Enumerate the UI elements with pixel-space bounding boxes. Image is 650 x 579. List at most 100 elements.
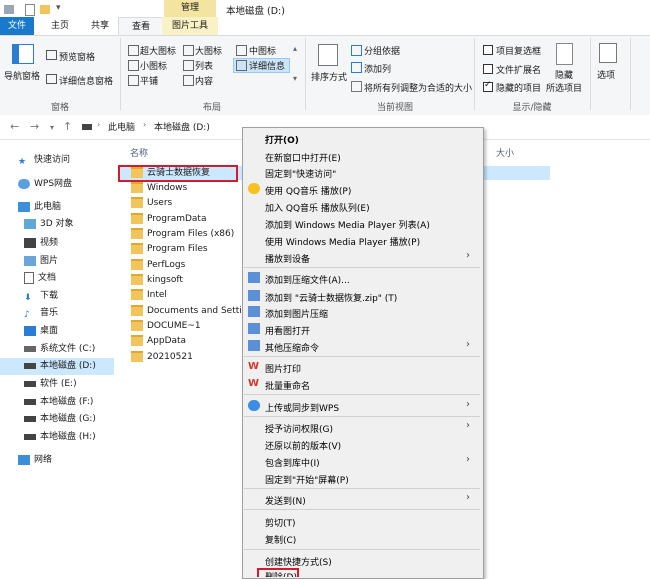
new-folder-icon[interactable]	[40, 5, 50, 14]
file-row[interactable]: DOCUME~1	[127, 319, 201, 334]
layout-list[interactable]: 列表	[195, 59, 213, 72]
file-row[interactable]: kingsoft	[127, 273, 183, 288]
nav-documents[interactable]: 文档	[24, 271, 56, 286]
layout-small-icons[interactable]: 小图标	[140, 59, 167, 72]
menu-item-copy[interactable]: 复制(C)	[265, 533, 296, 546]
group-by-button[interactable]: 分组依据	[364, 44, 400, 57]
nav-desktop[interactable]: 桌面	[24, 324, 58, 339]
file-row[interactable]: Intel	[127, 288, 167, 303]
menu-item-qqmusic-queue[interactable]: 加入 QQ音乐 播放队列(E)	[265, 201, 370, 214]
menu-item-open-new-window[interactable]: 在新窗口中打开(E)	[265, 151, 341, 164]
nav-drive-d[interactable]: 本地磁盘 (D:)	[24, 359, 96, 374]
menu-item-pin-start[interactable]: 固定到"开始"屏幕(P)	[265, 473, 349, 486]
nav-pictures[interactable]: 图片	[24, 254, 58, 269]
layout-xl-icons[interactable]: 超大图标	[140, 44, 176, 57]
menu-item-cut[interactable]: 剪切(T)	[265, 516, 296, 529]
nav-drive-g[interactable]: 本地磁盘 (G:)	[24, 412, 96, 427]
file-row[interactable]: Users	[127, 196, 172, 211]
nav-drive-f[interactable]: 本地磁盘 (F:)	[24, 395, 93, 410]
customize-qat-icon[interactable]: ▾	[56, 3, 61, 13]
back-icon[interactable]: ←	[10, 120, 19, 133]
tab-manage[interactable]: 管理	[164, 0, 216, 17]
menu-item-wmp-add-list[interactable]: 添加到 Windows Media Player 列表(A)	[265, 218, 430, 231]
save-icon[interactable]	[4, 5, 14, 14]
layout-expand-icon[interactable]: ▾	[293, 74, 297, 83]
hide-button[interactable]: 隐藏	[555, 68, 573, 81]
menu-item-play-to-device[interactable]: 播放到设备	[265, 252, 310, 265]
file-name: Program Files (x86)	[147, 229, 235, 239]
menu-item-include-library[interactable]: 包含到库中(I)	[265, 456, 320, 469]
file-row[interactable]: AppData	[127, 334, 186, 349]
column-header-size[interactable]: 大小	[496, 146, 514, 159]
menu-item-add-archive[interactable]: 添加到压缩文件(A)...	[265, 273, 350, 286]
breadcrumb-drive[interactable]: 本地磁盘 (D:)	[154, 120, 210, 133]
layout-medium-icons[interactable]: 中图标	[249, 44, 276, 57]
layout-large-icons[interactable]: 大图标	[195, 44, 222, 57]
file-row[interactable]: Documents and Settings	[127, 304, 258, 319]
menu-item-image-print[interactable]: 图片打印	[265, 362, 301, 375]
menu-item-open-viewer[interactable]: 用看图打开	[265, 324, 310, 337]
menu-item-batch-rename[interactable]: 批量重命名	[265, 379, 310, 392]
menu-item-pin-quick-access[interactable]: 固定到"快速访问"	[265, 167, 336, 180]
nav-3d-objects[interactable]: 3D 对象	[24, 217, 74, 232]
menu-item-add-zip[interactable]: 添加到 "云骑士数据恢复.zip" (T)	[265, 291, 397, 304]
nav-downloads[interactable]: ⬇ 下载	[24, 289, 58, 304]
tab-file[interactable]: 文件	[0, 17, 34, 35]
preview-pane-button[interactable]: 预览窗格	[59, 50, 95, 63]
file-name: Intel	[147, 290, 167, 300]
breadcrumb-pc[interactable]: 此电脑	[108, 120, 135, 133]
tab-home[interactable]: 主页	[40, 17, 80, 35]
size-columns-button[interactable]: 将所有列调整为合适的大小	[364, 81, 472, 94]
menu-item-wmp-play[interactable]: 使用 Windows Media Player 播放(P)	[265, 235, 420, 248]
menu-item-upload-wps[interactable]: 上传或同步到WPS	[265, 401, 339, 414]
file-row[interactable]: 20210521	[127, 350, 193, 365]
nav-quick-access[interactable]: ★ 快速访问	[18, 153, 70, 168]
column-header-name[interactable]: 名称	[130, 146, 148, 159]
tab-picture-tools[interactable]: 图片工具	[162, 17, 218, 35]
file-row[interactable]: ProgramData	[127, 212, 206, 227]
layout-details[interactable]: 详细信息	[249, 59, 285, 72]
sort-by-button[interactable]: 排序方式	[311, 70, 347, 83]
nav-videos[interactable]: 视频	[24, 236, 58, 251]
file-row[interactable]: PerfLogs	[127, 258, 185, 273]
menu-item-qqmusic-play[interactable]: 使用 QQ音乐 播放(P)	[265, 184, 351, 197]
nav-wps-drive[interactable]: WPS网盘	[18, 177, 72, 192]
tab-share[interactable]: 共享	[82, 17, 118, 35]
layout-tiles[interactable]: 平铺	[140, 74, 158, 87]
options-button[interactable]: 选项	[597, 68, 615, 81]
tab-view[interactable]: 查看	[118, 17, 164, 36]
file-row[interactable]: 云骑士数据恢复	[127, 166, 210, 181]
layout-content[interactable]: 内容	[195, 74, 213, 87]
nav-drive-h[interactable]: 本地磁盘 (H:)	[24, 430, 96, 445]
layout-scroll-up-icon[interactable]: ▴	[293, 44, 297, 53]
menu-item-image-compress[interactable]: 添加到图片压缩	[265, 307, 328, 320]
menu-item-open[interactable]: 打开(O)	[265, 133, 299, 146]
nav-drive-c[interactable]: 系统文件 (C:)	[24, 342, 95, 357]
video-icon	[24, 237, 36, 248]
menu-item-create-shortcut[interactable]: 创建快捷方式(S)	[265, 555, 332, 568]
file-row[interactable]: Windows	[127, 181, 187, 196]
properties-icon[interactable]	[25, 4, 35, 16]
up-icon[interactable]: ↑	[63, 120, 72, 133]
menu-item-grant-access[interactable]: 授予访问权限(G)	[265, 422, 333, 435]
nav-this-pc[interactable]: 此电脑	[18, 200, 61, 215]
add-columns-button[interactable]: 添加列	[364, 62, 391, 75]
breadcrumb-separator-icon: ›	[143, 120, 147, 129]
menu-item-other-compress[interactable]: 其他压缩命令	[265, 341, 319, 354]
file-row[interactable]: Program Files (x86)	[127, 227, 234, 242]
nav-network[interactable]: 网络	[18, 453, 52, 468]
nav-music[interactable]: ♪ 音乐	[24, 306, 58, 321]
menu-item-delete[interactable]: 删除(D)	[265, 570, 297, 577]
navigation-pane-icon[interactable]	[12, 44, 34, 64]
nav-drive-e[interactable]: 软件 (E:)	[24, 377, 77, 392]
file-row[interactable]: Program Files	[127, 242, 208, 257]
menu-item-send-to[interactable]: 发送到(N)	[265, 494, 306, 507]
file-extensions-checkbox[interactable]	[483, 64, 493, 74]
hidden-items-checkbox[interactable]	[483, 80, 493, 92]
recent-locations-icon[interactable]: ▾	[50, 123, 54, 132]
menu-item-restore-versions[interactable]: 还原以前的版本(V)	[265, 439, 341, 452]
item-checkboxes-checkbox[interactable]	[483, 45, 493, 55]
forward-icon[interactable]: →	[30, 120, 39, 133]
details-pane-button[interactable]: 详细信息窗格	[59, 74, 113, 87]
nav-pane-button[interactable]: 导航窗格	[4, 69, 40, 82]
